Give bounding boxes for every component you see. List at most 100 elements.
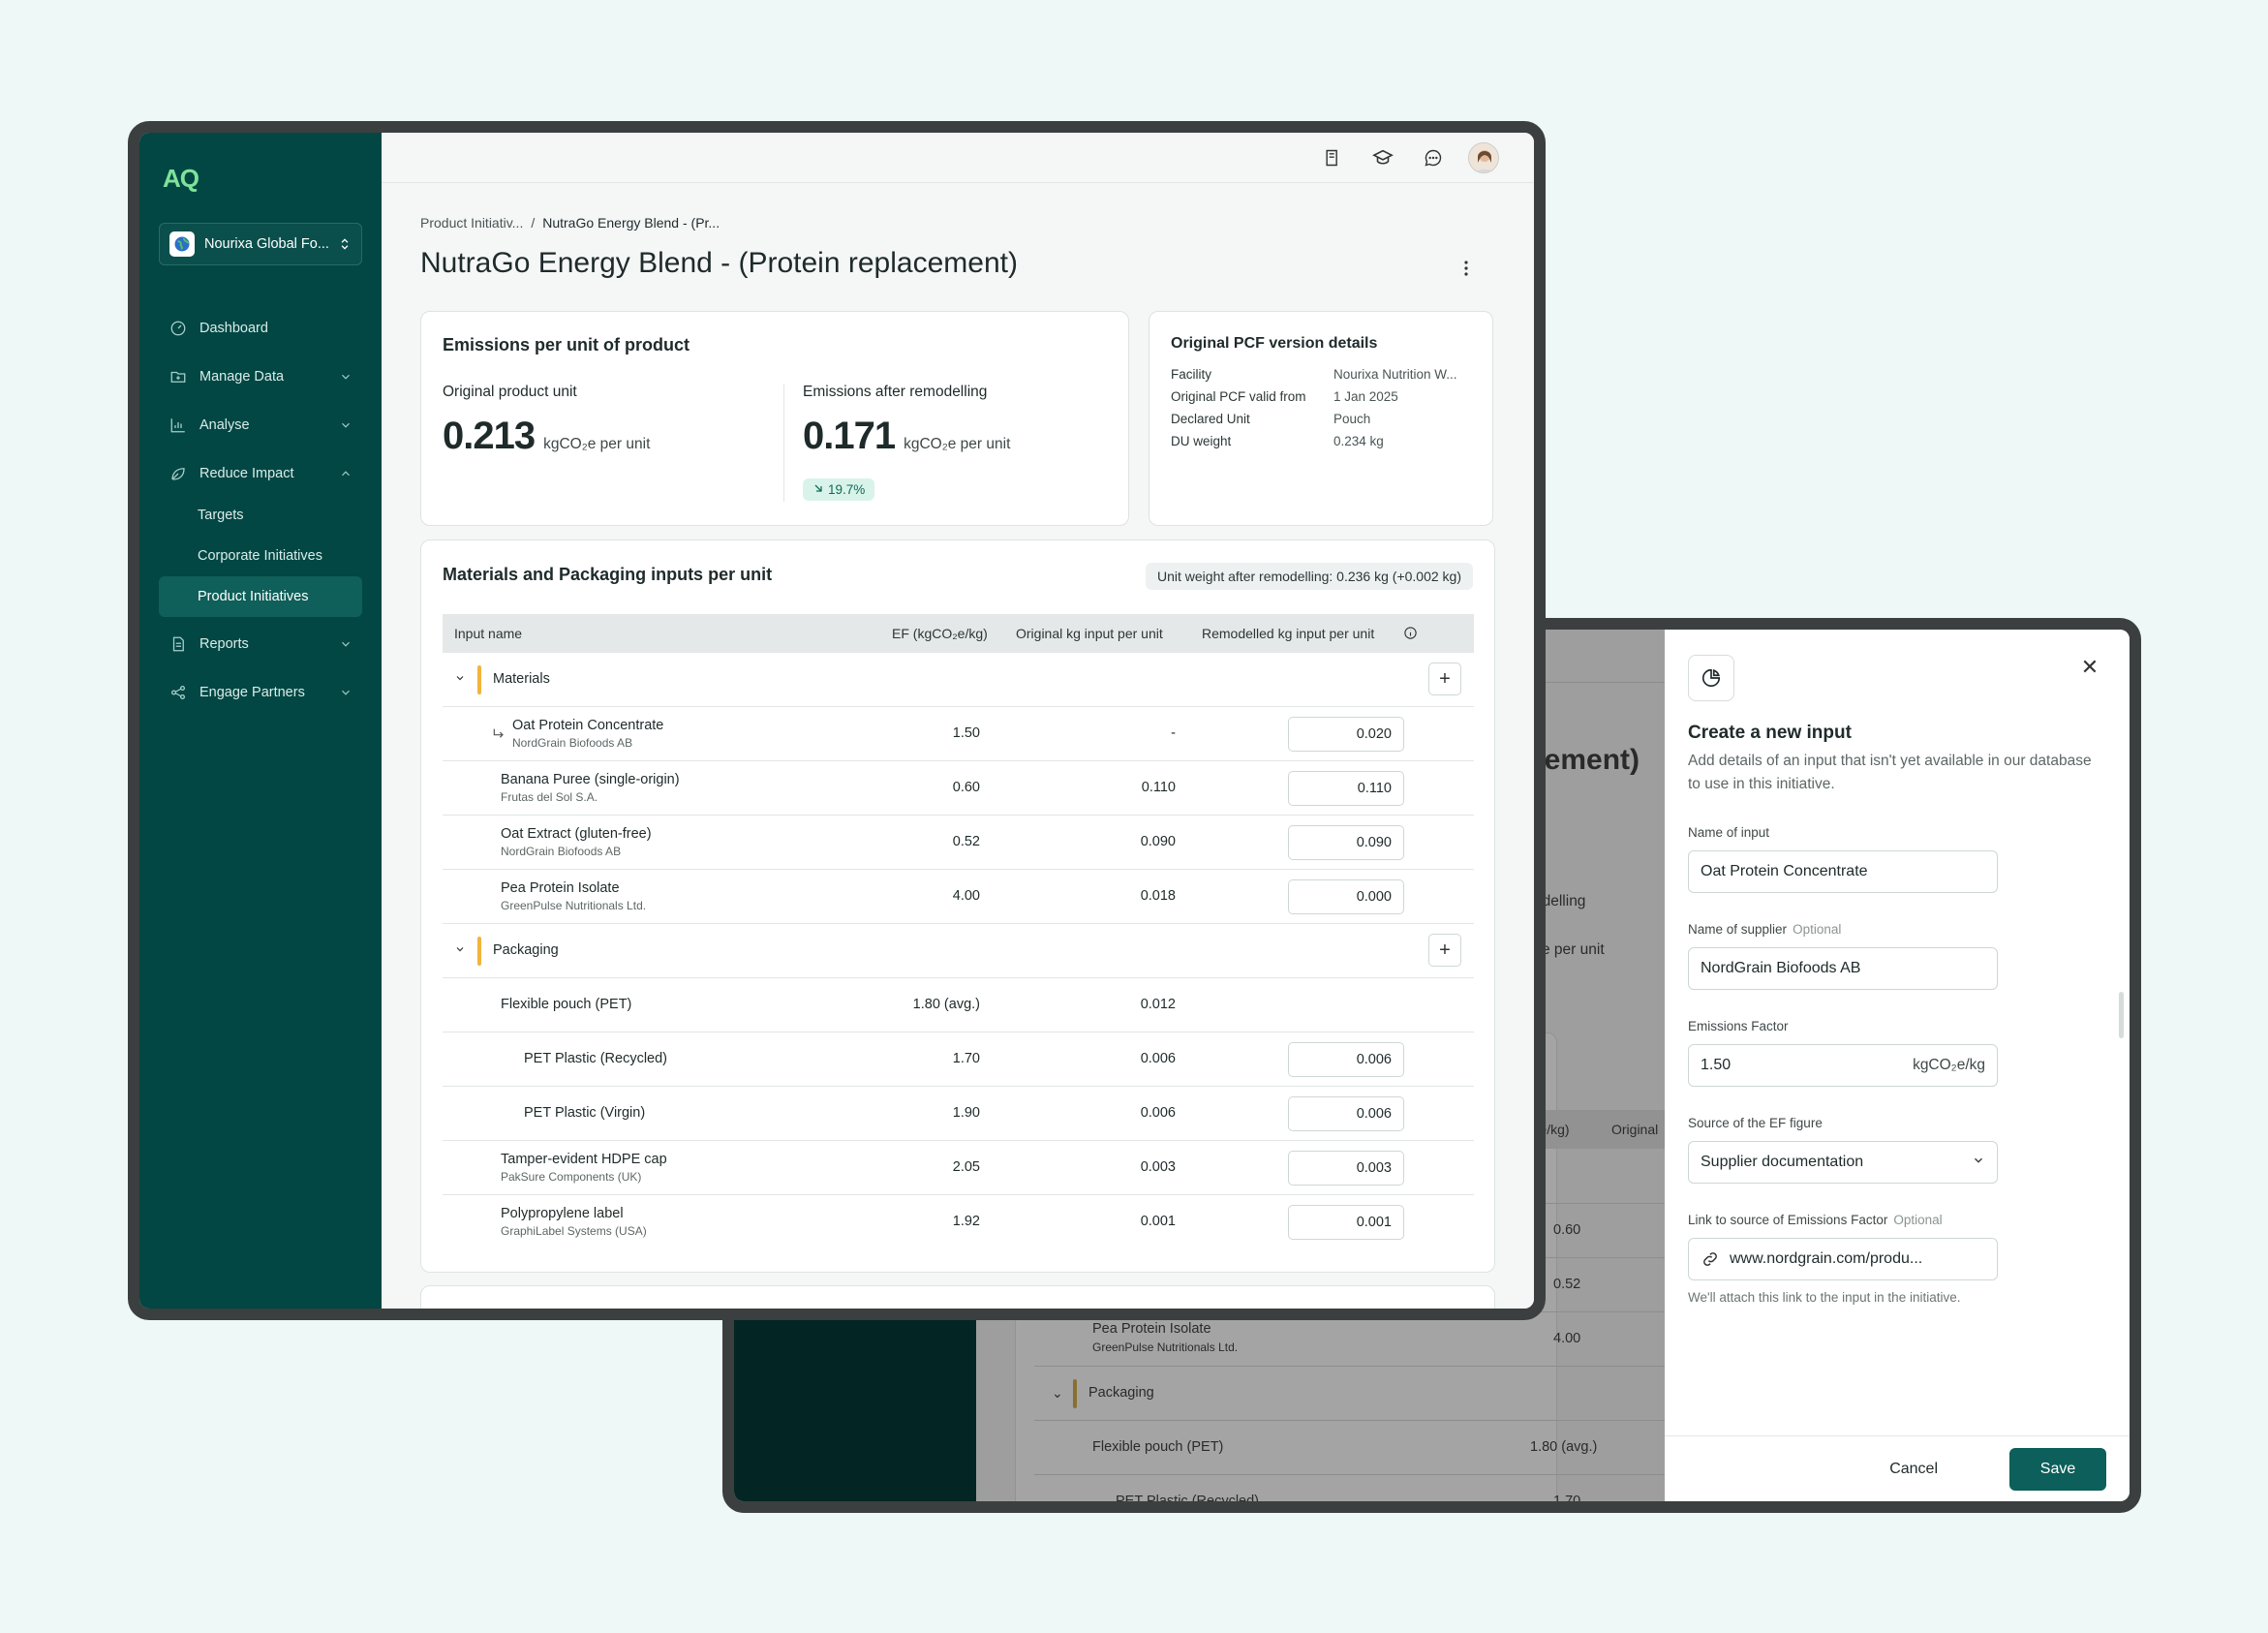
sidebar-item-analyse[interactable]: Analyse — [159, 404, 362, 447]
link-icon — [1701, 1249, 1720, 1269]
book-icon[interactable] — [1317, 142, 1348, 173]
chevron-up-icon — [339, 467, 352, 480]
remodelled-kg-input[interactable]: 0.110 — [1288, 771, 1404, 806]
ef-value: 1.50 — [952, 725, 980, 741]
original-kg: 0.090 — [1140, 834, 1176, 849]
org-selector[interactable]: Nourixa Global Fo... — [159, 223, 362, 265]
name-input[interactable]: Oat Protein Concentrate — [1688, 850, 1998, 893]
ef-input[interactable]: 1.50 kgCO₂e/kg — [1688, 1044, 1998, 1087]
dialog-footer: Cancel Save — [1665, 1435, 2130, 1501]
back-col-fragment-2: Original — [1611, 1122, 1659, 1137]
dialog-scrollbar[interactable] — [2119, 992, 2124, 1038]
input-name: Banana Puree (single-origin) Frutas del S… — [501, 772, 680, 804]
main-window-frame: AQ Nourixa Global Fo... Dashboard Manage… — [128, 121, 1546, 1320]
sidebar-item-dashboard[interactable]: Dashboard — [159, 307, 362, 350]
sidebar-item-manage-data[interactable]: Manage Data — [159, 355, 362, 398]
sidebar-item-engage-partners[interactable]: Engage Partners — [159, 671, 362, 714]
back-pouch: Flexible pouch (PET) — [1092, 1439, 1224, 1455]
pcf-title: Original PCF version details — [1171, 335, 1378, 352]
breadcrumb-parent-link[interactable]: Product Initiativ... — [420, 215, 523, 231]
ef-value: 2.05 — [952, 1159, 980, 1175]
back-value: 0.52 — [1553, 1277, 1581, 1292]
remodelled-kg-input[interactable]: 0.006 — [1288, 1042, 1404, 1077]
topbar — [382, 133, 1534, 183]
sidebar-item-targets[interactable]: Targets — [159, 495, 362, 536]
chat-icon[interactable] — [1418, 142, 1449, 173]
breadcrumb-separator: / — [531, 215, 536, 231]
add-input-button[interactable]: + — [1428, 662, 1461, 695]
original-kg: - — [1171, 725, 1176, 741]
original-kg: 0.001 — [1140, 1214, 1176, 1229]
pie-chart-icon — [1701, 668, 1721, 688]
supplier-name: GreenPulse Nutritionals Ltd. — [501, 899, 647, 912]
emissions-title: Emissions per unit of product — [443, 335, 690, 354]
reduction-badge: 19.7% — [803, 478, 875, 501]
app-logo[interactable]: AQ — [163, 164, 199, 194]
info-icon[interactable] — [1403, 626, 1418, 643]
supplier-label: Name of supplier Optional — [1688, 922, 1842, 937]
chevron-down-icon[interactable] — [454, 672, 466, 684]
chevron-down-icon — [339, 370, 352, 384]
dialog-title: Create a new input — [1688, 723, 1852, 743]
name-label: Name of input — [1688, 825, 1770, 840]
avatar[interactable] — [1468, 142, 1499, 173]
back-pouch-ef: 1.80 (avg.) — [1530, 1439, 1598, 1455]
input-name: Tamper-evident HDPE cap PakSure Component… — [501, 1152, 667, 1184]
add-input-button[interactable]: + — [1428, 934, 1461, 967]
table-row: Tamper-evident HDPE cap PakSure Component… — [443, 1141, 1474, 1195]
input-name: Oat Protein Concentrate NordGrain Biofood… — [512, 718, 664, 750]
remodelled-value: 0.171 — [803, 415, 896, 457]
table-row: Oat Extract (gluten-free) NordGrain Biofo… — [443, 816, 1474, 870]
input-name: PET Plastic (Virgin) — [524, 1105, 646, 1121]
back-cut-val: 1.70 — [1553, 1494, 1581, 1501]
table-row: Flexible pouch (PET) 1.80 (avg.) 0.012 — [443, 978, 1474, 1032]
graduation-cap-icon[interactable] — [1367, 142, 1398, 173]
original-kg: 0.006 — [1140, 1051, 1176, 1066]
remodelled-kg-input[interactable]: 0.001 — [1288, 1205, 1404, 1240]
remodelled-kg-input[interactable]: 0.003 — [1288, 1151, 1404, 1186]
link-input[interactable]: www.nordgrain.com/produ... — [1688, 1238, 1998, 1280]
source-select[interactable]: Supplier documentation — [1688, 1141, 1998, 1184]
group-name: Packaging — [493, 942, 559, 958]
input-name: PET Plastic (Recycled) — [524, 1051, 667, 1066]
save-button[interactable]: Save — [2009, 1448, 2106, 1491]
remodelled-kg-input[interactable]: 0.090 — [1288, 825, 1404, 860]
original-value: 0.213 — [443, 415, 536, 457]
next-card — [420, 1285, 1495, 1309]
supplier-input[interactable]: NordGrain Biofoods AB — [1688, 947, 1998, 990]
remodelled-kg-input[interactable]: 0.000 — [1288, 879, 1404, 914]
remodelled-kg-input[interactable]: 0.006 — [1288, 1096, 1404, 1131]
group-row-packaging[interactable]: Packaging + — [443, 924, 1474, 978]
cancel-button[interactable]: Cancel — [1868, 1448, 1959, 1491]
back-cut-row: PET Plastic (Recycled) — [1116, 1494, 1259, 1501]
sidebar-item-corporate-initiatives[interactable]: Corporate Initiatives — [159, 536, 362, 576]
table-row: PET Plastic (Virgin) 1.90 0.006 0.006 — [443, 1087, 1474, 1141]
original-emissions: Original product unit 0.213 kgCO₂e per un… — [443, 384, 651, 457]
link-help: We'll attach this link to the input in t… — [1688, 1290, 1961, 1305]
remodelled-emissions: Emissions after remodelling 0.171 kgCO₂e … — [803, 384, 1011, 457]
chevron-down-icon[interactable] — [454, 943, 466, 955]
chevron-down-icon — [1972, 1154, 1985, 1172]
chevron-down-icon — [339, 637, 352, 651]
globe-icon — [169, 231, 195, 257]
sidebar-item-product-initiatives[interactable]: Product Initiatives — [159, 576, 362, 617]
source-label: Source of the EF figure — [1688, 1116, 1823, 1130]
table-row: Pea Protein Isolate GreenPulse Nutritiona… — [443, 870, 1474, 924]
input-name: Oat Extract (gluten-free) NordGrain Biofo… — [501, 826, 652, 858]
supplier-name: NordGrain Biofoods AB — [512, 736, 633, 750]
sidebar-item-reports[interactable]: Reports — [159, 623, 362, 665]
inputs-table: Input name EF (kgCO₂e/kg) Original kg in… — [443, 614, 1474, 1249]
back-packaging: Packaging — [1088, 1385, 1154, 1401]
ef-value: 0.52 — [952, 834, 980, 849]
chevron-down-icon — [339, 418, 352, 432]
ef-unit: kgCO₂e/kg — [1913, 1057, 1985, 1073]
group-row-materials[interactable]: Materials + — [443, 653, 1474, 707]
sidebar-item-reduce-impact[interactable]: Reduce Impact — [159, 452, 362, 495]
more-options-icon[interactable] — [1456, 259, 1476, 278]
main-content: Product Initiativ... / NutraGo Energy Bl… — [382, 133, 1534, 1309]
remodelled-kg-input[interactable]: 0.020 — [1288, 717, 1404, 752]
sidebar-nav: Dashboard Manage Data Analyse Reduce Imp… — [159, 307, 362, 720]
ef-label: Emissions Factor — [1688, 1019, 1789, 1033]
close-icon[interactable]: ✕ — [2077, 655, 2102, 680]
chevron-updown-icon — [338, 237, 352, 251]
